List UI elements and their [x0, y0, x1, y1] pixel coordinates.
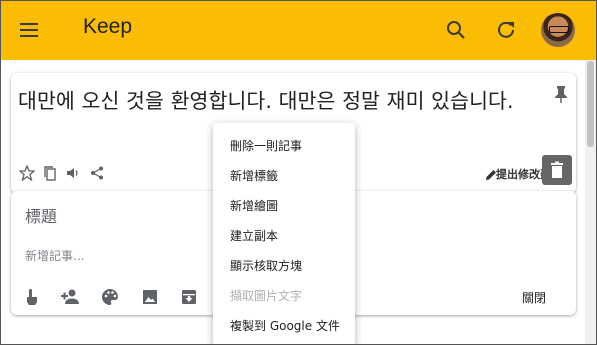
note-context-menu: 刪除一則記事 新增標籤 新增繪圖 建立副本 顯示核取方塊 擷取圖片文字 複製到 …	[213, 123, 355, 344]
trash-icon[interactable]	[542, 155, 572, 185]
speaker-icon[interactable]	[65, 165, 83, 183]
avatar-glasses	[549, 26, 569, 33]
image-icon[interactable]	[140, 287, 160, 307]
add-collaborator-icon[interactable]	[60, 287, 80, 307]
hamburger-menu-icon[interactable]	[17, 18, 41, 42]
menu-item-add-drawing[interactable]: 新增繪圖	[230, 197, 278, 214]
reminder-icon[interactable]	[23, 287, 43, 307]
scrollbar-thumb[interactable]	[587, 61, 594, 147]
close-button[interactable]: 關閉	[522, 289, 546, 306]
menu-item-delete-note[interactable]: 刪除一則記事	[230, 137, 302, 154]
share-icon[interactable]	[89, 165, 107, 183]
note-body[interactable]: 대만에 오신 것을 환영합니다. 대만은 정말 재미 있습니다.	[18, 84, 558, 114]
menu-item-show-checkboxes[interactable]: 顯示核取方塊	[230, 257, 302, 274]
menu-item-make-copy[interactable]: 建立副本	[230, 227, 278, 244]
top-app-bar: Keep	[1, 1, 596, 60]
palette-icon[interactable]	[100, 287, 120, 307]
pin-icon[interactable]	[554, 85, 568, 103]
app-window: Keep 대만에 오신 것을 환영합니다. 대만은 정말 재미 있습니다. 提出…	[0, 0, 597, 345]
avatar[interactable]	[541, 13, 575, 47]
search-icon[interactable]	[444, 18, 468, 42]
menu-item-grab-image-text: 擷取圖片文字	[230, 289, 303, 303]
refresh-icon[interactable]	[494, 18, 518, 42]
new-note-title-input[interactable]: 標題	[25, 203, 57, 227]
app-title: Keep	[83, 15, 133, 38]
menu-item-copy-to-google-docs[interactable]: 複製到 Google 文件	[230, 317, 340, 334]
archive-icon[interactable]	[179, 287, 199, 307]
star-icon[interactable]	[18, 164, 37, 183]
copy-icon[interactable]	[42, 165, 60, 183]
menu-item-add-label[interactable]: 新增標籤	[230, 167, 278, 184]
new-note-body-input[interactable]: 新增記事...	[25, 247, 84, 264]
